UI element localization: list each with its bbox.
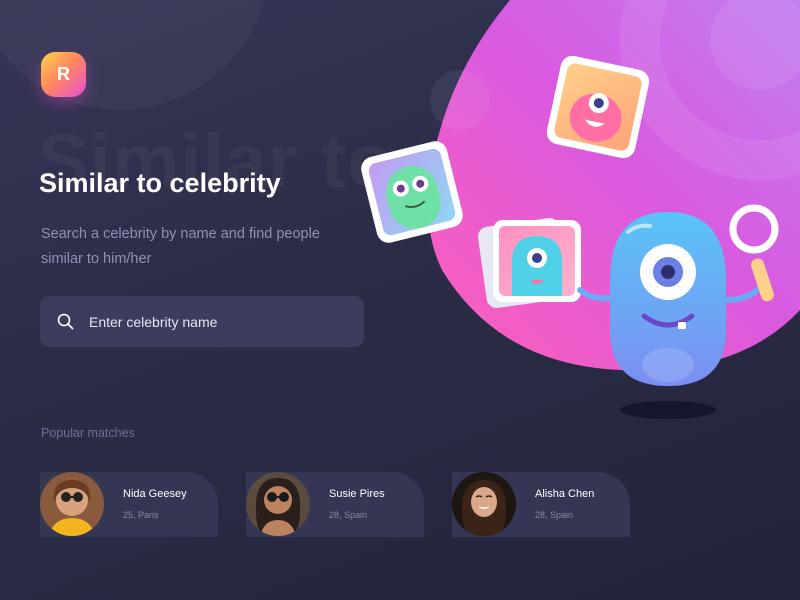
match-card-nida-geesey[interactable]: Nida Geesey 25, Paris — [40, 472, 218, 537]
match-name: Susie Pires — [329, 488, 385, 500]
match-meta: 25, Paris — [123, 510, 159, 520]
avatar[interactable] — [40, 472, 104, 536]
match-name: Nida Geesey — [123, 488, 187, 500]
monster-card-cyan — [493, 220, 581, 302]
search-input[interactable] — [87, 312, 364, 331]
match-meta: 28, Spain — [535, 510, 574, 520]
logo-letter: R — [57, 64, 70, 84]
popular-matches-label: Popular matches — [41, 426, 135, 440]
match-name: Alisha Chen — [535, 488, 595, 500]
match-card-alisha-chen[interactable]: Alisha Chen 28, Spain — [452, 472, 630, 537]
avatar[interactable] — [246, 472, 310, 536]
mascot-monster — [610, 212, 726, 386]
app-logo[interactable]: R — [41, 52, 86, 97]
monster-card-orange — [546, 55, 650, 159]
background-circle — [0, 0, 270, 110]
search-bar[interactable] — [40, 296, 364, 347]
search-icon[interactable] — [57, 313, 74, 330]
hero-illustration — [361, 0, 800, 419]
page-title: Similar to celebrity — [39, 168, 281, 198]
match-card-susie-pires[interactable]: Susie Pires 28, Spain — [246, 472, 424, 537]
page-subtitle: Search a celebrity by name and find peop… — [41, 226, 320, 267]
mascot-shadow — [620, 401, 716, 419]
match-meta: 28, Spain — [329, 510, 368, 520]
avatar[interactable] — [452, 472, 516, 536]
